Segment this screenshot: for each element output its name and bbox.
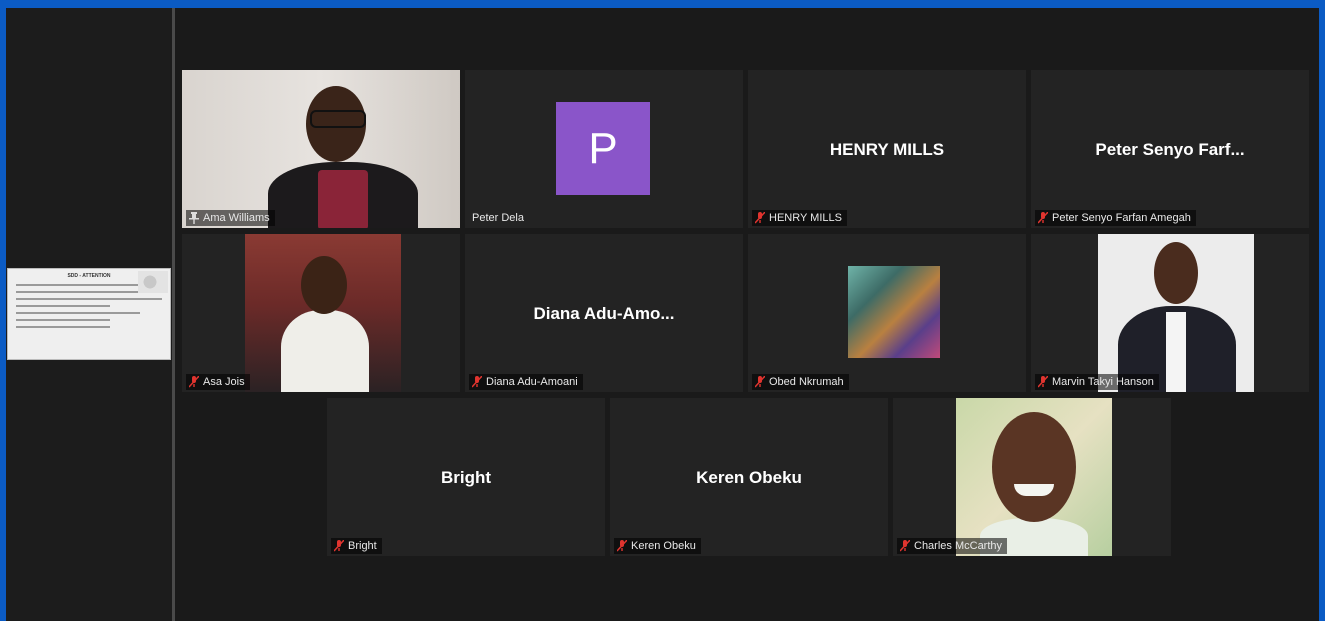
participant-name: Peter Dela [472, 212, 524, 224]
pin-icon [189, 212, 199, 224]
meeting-window: SDD - ATTENTION Ama Williams P Peter Del… [6, 8, 1319, 621]
participant-tile-bright[interactable]: Bright Bright [327, 398, 605, 556]
document-illustration [138, 271, 168, 293]
participant-name-tag: Diana Adu-Amoani [469, 374, 583, 390]
profile-picture [848, 266, 940, 358]
profile-picture [956, 398, 1112, 556]
participant-name: HENRY MILLS [769, 212, 842, 224]
participant-name-tag: Keren Obeku [614, 538, 701, 554]
participant-display-name: Bright [440, 468, 492, 487]
participant-name: Obed Nkrumah [769, 376, 844, 388]
muted-mic-icon [1038, 376, 1048, 388]
participant-name-tag: Obed Nkrumah [752, 374, 849, 390]
participant-video [182, 70, 460, 228]
participant-name-tag: Ama Williams [186, 210, 275, 226]
document-text-line [16, 326, 110, 328]
participant-tile-peter-dela[interactable]: P Peter Dela [465, 70, 743, 228]
shared-screen-panel: SDD - ATTENTION [6, 8, 172, 621]
participant-tile-asa-jois[interactable]: Asa Jois [182, 234, 460, 392]
participant-name-tag: Marvin Takyi Hanson [1035, 374, 1159, 390]
participant-name: Asa Jois [203, 376, 245, 388]
participant-name-tag: Asa Jois [186, 374, 250, 390]
participant-name-tag: Peter Senyo Farfan Amegah [1035, 210, 1196, 226]
video-figure [301, 256, 347, 314]
participant-name: Marvin Takyi Hanson [1052, 376, 1154, 388]
participant-name: Diana Adu-Amoani [486, 376, 578, 388]
muted-mic-icon [900, 540, 910, 552]
participant-tile-ama-williams[interactable]: Ama Williams [182, 70, 460, 228]
document-text-line [16, 305, 110, 307]
video-figure [281, 310, 369, 392]
participant-name: Ama Williams [203, 212, 270, 224]
participant-tile-obed-nkrumah[interactable]: Obed Nkrumah [748, 234, 1026, 392]
muted-mic-icon [472, 376, 482, 388]
participant-display-name: Keren Obeku [696, 468, 802, 487]
document-text-line [16, 319, 110, 321]
participant-tile-henry-mills[interactable]: HENRY MILLS HENRY MILLS [748, 70, 1026, 228]
participant-name-tag: HENRY MILLS [752, 210, 847, 226]
muted-mic-icon [617, 540, 627, 552]
participant-video [245, 234, 401, 392]
panel-divider[interactable] [172, 8, 175, 621]
shared-screen-thumbnail[interactable]: SDD - ATTENTION [7, 268, 171, 360]
participant-name: Keren Obeku [631, 540, 696, 552]
participant-display-name: Peter Senyo Farf... [1095, 140, 1245, 159]
participant-tile-diana-adu-amoani[interactable]: Diana Adu-Amo... Diana Adu-Amoani [465, 234, 743, 392]
participant-display-name: Diana Adu-Amo... [533, 304, 675, 323]
document-text-line [16, 298, 162, 300]
participant-tile-charles-mccarthy[interactable]: Charles McCarthy [893, 398, 1171, 556]
participant-tile-keren-obeku[interactable]: Keren Obeku Keren Obeku [610, 398, 888, 556]
picture-figure [1166, 312, 1186, 392]
document-text-line [16, 291, 140, 293]
muted-mic-icon [755, 212, 765, 224]
glasses-figure [310, 110, 366, 128]
profile-picture [1098, 234, 1254, 392]
picture-figure [992, 412, 1076, 522]
participant-name-tag: Bright [331, 538, 382, 554]
participant-tile-peter-senyo[interactable]: Peter Senyo Farf... Peter Senyo Farfan A… [1031, 70, 1309, 228]
muted-mic-icon [334, 540, 344, 552]
participant-name: Peter Senyo Farfan Amegah [1052, 212, 1191, 224]
smile-figure [1014, 484, 1054, 496]
picture-figure [1154, 242, 1198, 304]
avatar: P [556, 102, 650, 195]
participant-name-tag: Charles McCarthy [897, 538, 1008, 554]
participant-tile-marvin-takyi-hanson[interactable]: Marvin Takyi Hanson [1031, 234, 1309, 392]
muted-mic-icon [755, 376, 765, 388]
participant-name: Charles McCarthy [914, 540, 1003, 552]
participant-display-name: HENRY MILLS [829, 140, 945, 159]
participant-name-tag: Peter Dela [469, 210, 529, 226]
document-text-line [16, 312, 140, 314]
video-figure [318, 170, 368, 228]
participant-name: Bright [348, 540, 377, 552]
muted-mic-icon [189, 376, 199, 388]
muted-mic-icon [1038, 212, 1048, 224]
